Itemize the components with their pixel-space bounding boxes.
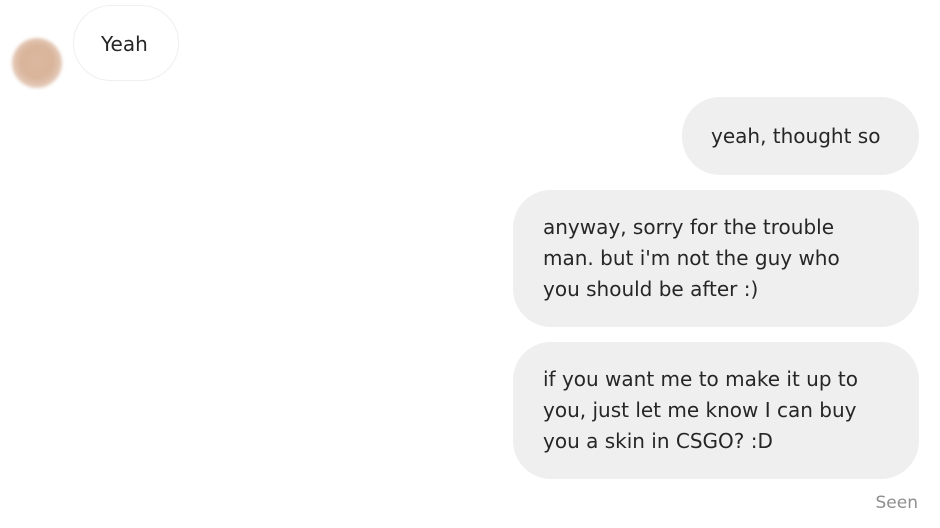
seen-status: Seen xyxy=(875,493,918,513)
message-text-line: man. but i'm not the guy who xyxy=(543,246,840,270)
message-text-line: if you want me to make it up to xyxy=(543,367,858,391)
message-text-line: you should be after :) xyxy=(543,277,759,301)
message-text: Yeah xyxy=(101,32,148,56)
message-text-line: you a skin in CSGO? :D xyxy=(543,429,773,453)
message-text-line: anyway, sorry for the trouble xyxy=(543,215,835,239)
message-bubble-incoming[interactable]: Yeah xyxy=(73,5,179,81)
message-bubble-outgoing[interactable]: if you want me to make it up to you, jus… xyxy=(513,342,919,479)
message-thread: Yeah yeah, thought so anyway, sorry for … xyxy=(0,0,940,528)
message-bubble-outgoing[interactable]: yeah, thought so xyxy=(682,97,919,175)
avatar[interactable] xyxy=(12,38,62,88)
message-bubble-outgoing[interactable]: anyway, sorry for the trouble man. but i… xyxy=(513,190,919,327)
message-text: yeah, thought so xyxy=(711,124,881,148)
message-text-line: you, just let me know I can buy xyxy=(543,398,857,422)
